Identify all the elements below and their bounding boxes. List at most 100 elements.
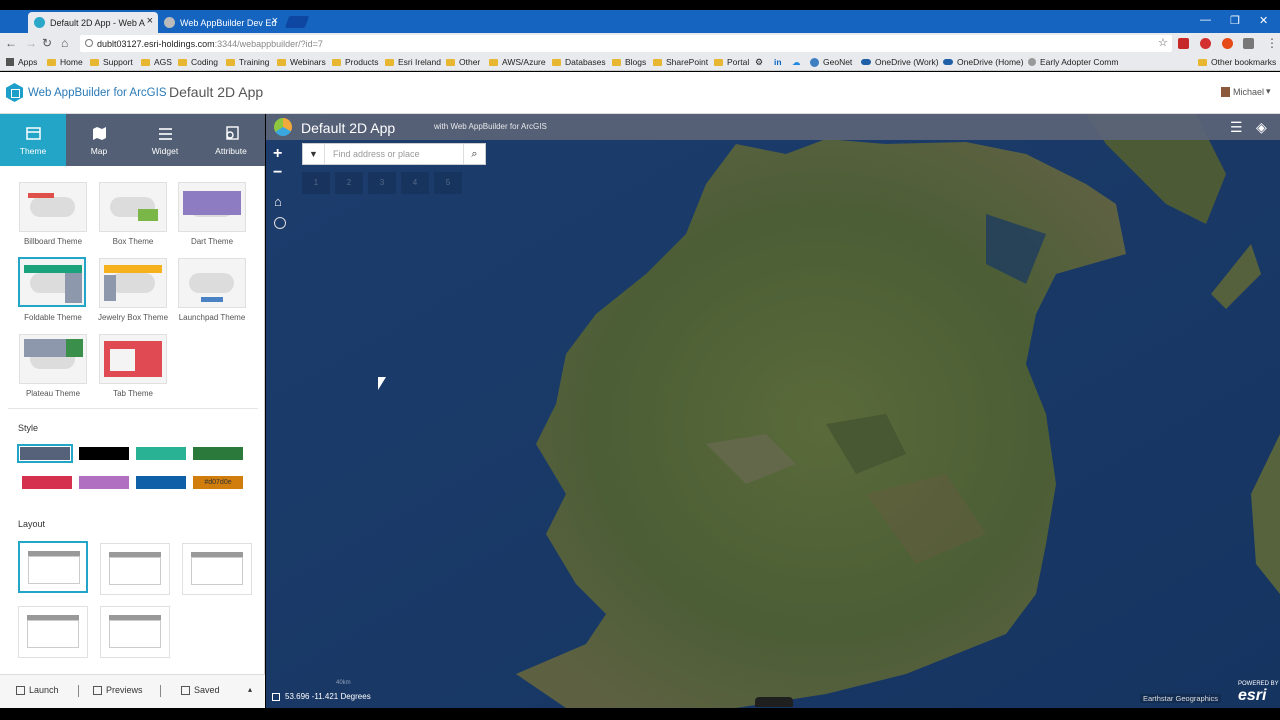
site-info-icon[interactable] [85,39,93,47]
bookmark-item[interactable]: Blogs [612,57,646,67]
style-swatch[interactable] [17,444,73,463]
bookmark-item[interactable]: Training [226,57,269,67]
bookmark-item[interactable]: Home [47,57,83,67]
bookmark-item[interactable]: Coding [178,57,218,67]
settings-bookmark-icon[interactable]: ⚙ [755,57,763,68]
cloud-bookmark-icon[interactable]: ☁ [792,57,801,68]
map-view[interactable]: Default 2D App with Web AppBuilder for A… [266,114,1280,708]
zoom-out-button[interactable]: − [273,164,282,182]
tab-close-icon[interactable]: × [147,15,153,27]
bookmark-star-icon[interactable]: ☆ [1158,36,1168,49]
bookmark-item[interactable]: SharePoint [653,57,708,67]
chevron-up-icon[interactable]: ▴ [248,685,252,694]
home-extent-icon[interactable]: ⌂ [274,194,288,209]
bookmark-item[interactable]: OneDrive (Home) [943,57,1024,67]
style-swatch[interactable] [79,447,129,460]
extension-icon[interactable] [1243,38,1254,49]
minimize-icon[interactable]: — [1200,14,1211,26]
widget-slot[interactable]: 3 [368,172,396,194]
bookmark-item[interactable]: OneDrive (Work) [861,57,939,67]
bookmark-item[interactable]: Esri Ireland [385,57,441,67]
restore-icon[interactable]: ❐ [1230,14,1240,27]
search-input[interactable]: Find address or place [333,149,420,159]
theme-plateau[interactable] [19,334,87,384]
style-swatch[interactable] [136,447,186,460]
back-icon[interactable]: ← [5,36,17,50]
bookmark-item[interactable]: Portal [714,57,749,67]
theme-foldable[interactable] [18,257,86,307]
search-source-dropdown[interactable]: ▼ [303,144,325,164]
saved-button[interactable]: Saved [181,685,220,695]
bookmark-item[interactable]: AGS [141,57,172,67]
bookmark-apps[interactable]: Apps [6,57,37,67]
bookmark-item[interactable]: Other [446,57,480,67]
tab-theme[interactable]: Theme [0,114,66,166]
tab-label: Widget [151,146,179,156]
map-icon [92,126,107,141]
search-icon[interactable]: ⌕ [463,144,485,164]
new-tab-button[interactable] [284,16,310,28]
coordinate-text: 53.696 -11.421 Degrees [285,692,371,701]
forward-icon[interactable]: → [25,36,37,50]
menu-icon[interactable]: ⋮ [1266,36,1278,50]
widget-slot[interactable]: 5 [434,172,462,194]
browser-tab-active[interactable]: Default 2D App - Web A × [28,12,158,33]
legend-list-icon[interactable]: ☰ [1230,119,1243,136]
my-location-icon[interactable] [274,217,286,229]
theme-box[interactable] [99,182,167,232]
theme-jewelry-box[interactable] [99,258,167,308]
style-swatch[interactable] [136,476,186,489]
extension-icon[interactable] [1200,38,1211,49]
bookmark-item[interactable]: Databases [552,57,606,67]
map-title-bar: Default 2D App with Web AppBuilder for A… [266,114,1280,140]
reload-icon[interactable]: ↻ [42,36,52,50]
style-swatch[interactable] [22,476,72,489]
scale-bar: 40km [336,680,351,686]
home-icon[interactable]: ⌂ [61,36,68,50]
layout-option[interactable] [100,543,170,595]
bookmark-item[interactable]: Webinars [277,57,326,67]
user-menu[interactable]: Michael ▾ [1221,86,1271,97]
widget-slot[interactable]: 2 [335,172,363,194]
extension-icon[interactable] [1222,38,1233,49]
bookmark-item[interactable]: Support [90,57,133,67]
layout-option[interactable] [18,606,88,658]
tab-widget[interactable]: Widget [132,114,198,166]
search-widget: ▼ Find address or place ⌕ [302,143,486,165]
zoom-in-button[interactable]: + [273,145,282,163]
layout-option[interactable] [100,606,170,658]
widget-slot[interactable]: 4 [401,172,429,194]
tab-label: Web AppBuilder Dev Ed [180,17,277,28]
other-bookmarks[interactable]: Other bookmarks [1198,57,1276,67]
bookmark-item[interactable]: Products [332,57,379,67]
close-window-icon[interactable]: ✕ [1259,14,1268,27]
layout-option[interactable] [18,541,88,593]
style-swatch[interactable] [193,447,243,460]
save-icon [181,685,190,695]
tab-attribute[interactable]: Attribute [198,114,264,166]
tab-map[interactable]: Map [66,114,132,166]
divider [8,408,258,409]
browser-tab[interactable]: Web AppBuilder Dev Ed × [158,12,283,33]
url-field[interactable]: dublt03127.esri-holdings.com:3344/webapp… [80,35,1172,52]
widget-slot[interactable]: 1 [302,172,330,194]
theme-tab[interactable] [99,334,167,384]
theme-billboard[interactable] [19,182,87,232]
theme-launchpad[interactable] [178,258,246,308]
bookmark-item[interactable]: Early Adopter Comm [1028,57,1118,67]
coordinate-icon[interactable] [272,692,280,701]
theme-dart[interactable] [178,182,246,232]
linkedin-bookmark-icon[interactable]: in [774,57,782,67]
style-swatch[interactable] [79,476,129,489]
bookmark-item[interactable]: AWS/Azure [489,57,546,67]
layer-list-icon[interactable]: ◈ [1256,119,1267,136]
extension-icon[interactable] [1178,38,1189,49]
tab-close-icon[interactable]: × [272,15,278,27]
style-swatch-custom[interactable]: #d07d0e [193,476,243,489]
launch-button[interactable]: Launch [16,685,59,695]
bookmark-item[interactable]: GeoNet [810,57,852,67]
previews-button[interactable]: Previews [93,685,143,695]
attribute-icon [224,126,239,141]
layout-option[interactable] [182,543,252,595]
attribute-table-toggle[interactable] [755,697,793,707]
